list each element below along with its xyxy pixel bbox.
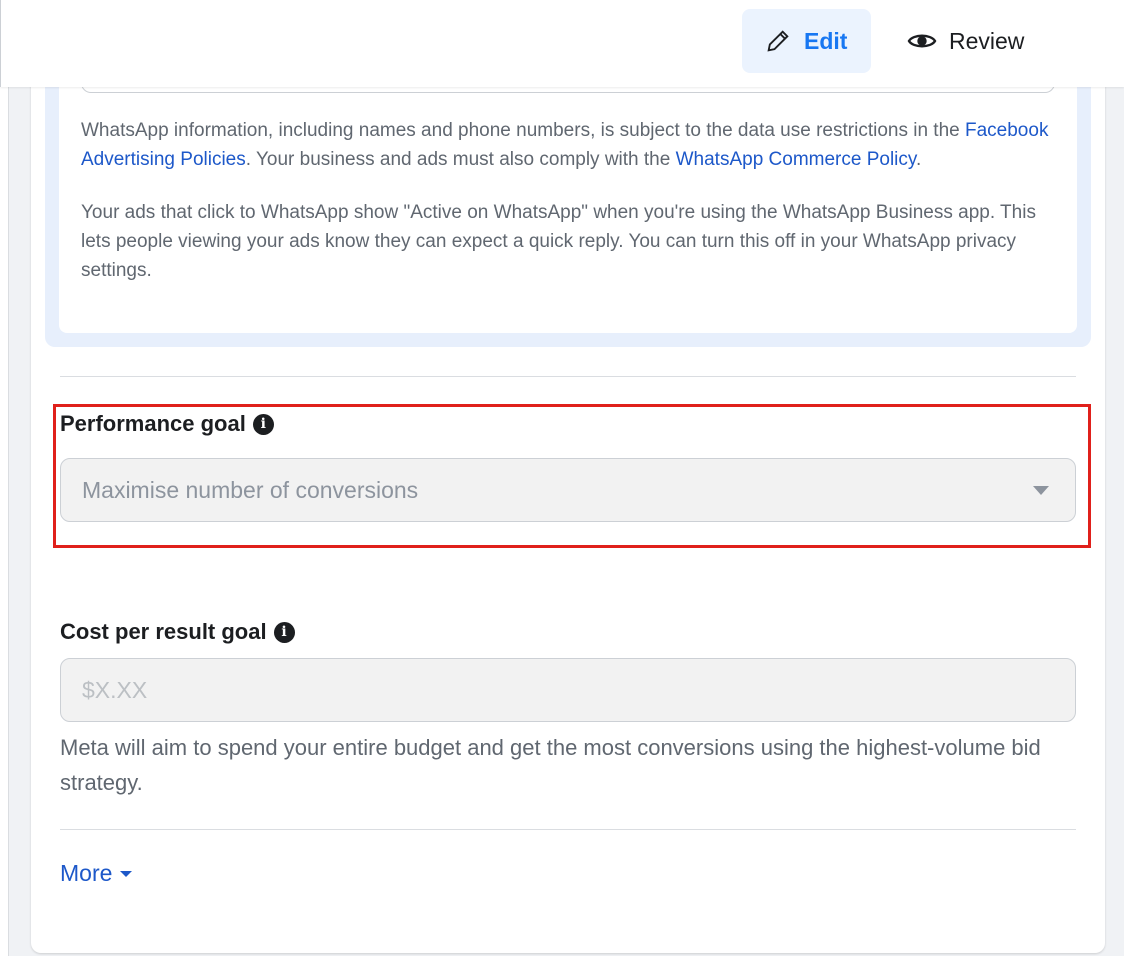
- performance-goal-label: Performance goal i: [60, 411, 274, 437]
- top-bar: Edit Review: [0, 0, 1124, 87]
- caret-down-icon: [120, 870, 133, 877]
- info-icon[interactable]: i: [252, 413, 274, 435]
- performance-goal-value: Maximise number of conversions: [82, 476, 419, 503]
- tab-review-label: Review: [949, 27, 1025, 54]
- cost-per-result-label-text: Cost per result goal: [60, 619, 267, 644]
- eye-icon: [907, 34, 937, 48]
- left-sidebar-edge: [0, 87, 9, 956]
- chevron-down-icon: [1033, 486, 1049, 495]
- divider: [60, 376, 1076, 377]
- performance-goal-select[interactable]: Maximise number of conversions: [60, 458, 1076, 522]
- more-label: More: [60, 860, 113, 886]
- tab-review[interactable]: Review: [885, 9, 1046, 73]
- text: WhatsApp information, including names an…: [81, 120, 965, 141]
- cost-per-result-label: Cost per result goal i: [60, 619, 295, 645]
- divider: [60, 829, 1076, 830]
- cost-per-result-placeholder: $X.XX: [82, 676, 148, 703]
- pencil-icon: [767, 30, 789, 52]
- more-button[interactable]: More: [60, 860, 133, 887]
- notice-policy-text: WhatsApp information, including names an…: [81, 116, 1055, 174]
- ad-set-card: WhatsApp information, including names an…: [31, 60, 1105, 953]
- cost-per-result-input[interactable]: $X.XX: [60, 658, 1076, 722]
- tab-edit[interactable]: Edit: [742, 9, 871, 73]
- text: .: [916, 149, 922, 170]
- notice-active-text: Your ads that click to WhatsApp show "Ac…: [81, 202, 1036, 281]
- whatsapp-notice: WhatsApp information, including names an…: [59, 60, 1077, 333]
- info-icon[interactable]: i: [273, 621, 295, 643]
- whatsapp-commerce-policy-link[interactable]: WhatsApp Commerce Policy: [676, 149, 916, 170]
- tab-edit-label: Edit: [804, 27, 848, 54]
- text: . Your business and ads must also comply…: [245, 149, 676, 170]
- whatsapp-notice-panel: WhatsApp information, including names an…: [45, 60, 1091, 347]
- cost-goal-help-text: Meta will aim to spend your entire budge…: [60, 735, 1041, 795]
- performance-goal-label-text: Performance goal: [60, 411, 246, 436]
